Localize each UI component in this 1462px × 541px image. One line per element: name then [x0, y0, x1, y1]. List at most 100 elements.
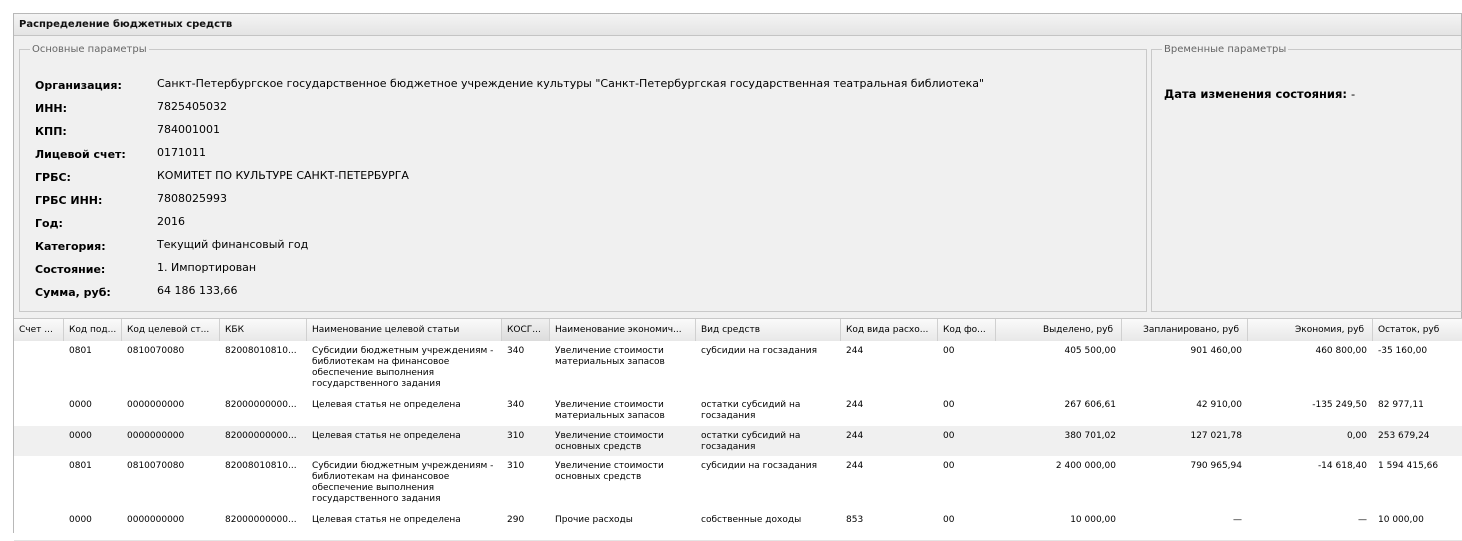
cell-cs-name: Целевая статья не определена	[312, 400, 461, 410]
cell-plan: 42 910,00	[1196, 400, 1242, 410]
table-row[interactable]: 0801 0810070080 82008010810... Субсидии бюд…	[14, 341, 1462, 396]
cell-kvr: 244	[846, 346, 864, 356]
field-label: Лицевой счет:	[35, 148, 126, 161]
field-label: КПП:	[35, 125, 67, 138]
col-header-target-name[interactable]: Наименование целевой статьи	[307, 319, 502, 341]
cell-econ-sum: 460 800,00	[1315, 346, 1367, 356]
main-params-fieldset: Основные параметры Организация: Санкт-Пет…	[19, 44, 1147, 312]
cell-rest: 1 594 415,66	[1378, 461, 1439, 471]
cell-econ: Увеличение стоимости материальных запасо…	[555, 400, 665, 421]
col-header-savings[interactable]: Экономия, руб	[1248, 319, 1373, 341]
cell-kfo: 00	[943, 461, 955, 471]
state-change-date-value: -	[1350, 87, 1356, 101]
cell-cs: 0000000000	[127, 400, 185, 410]
cell-rest: 253 679,24	[1378, 431, 1430, 441]
cell-kvr: 853	[846, 515, 864, 525]
col-header-remainder[interactable]: Остаток, руб	[1373, 319, 1462, 341]
cell-alloc: 405 500,00	[1064, 346, 1116, 356]
col-header-subsection[interactable]: Код под...	[64, 319, 122, 341]
cell-kvr: 244	[846, 431, 864, 441]
cell-pod: 0000	[69, 431, 92, 441]
field-label: ИНН:	[35, 102, 68, 115]
cell-rest: 82 977,11	[1378, 400, 1424, 410]
cell-rest: -35 160,00	[1378, 346, 1428, 356]
field-label: Год:	[35, 217, 63, 230]
col-header-kbk[interactable]: КБК	[220, 319, 307, 341]
cell-pod: 0000	[69, 400, 92, 410]
cell-vid: остатки субсидий на госзадания	[701, 431, 801, 452]
cell-kfo: 00	[943, 431, 955, 441]
cell-vid: субсидии на госзадания	[701, 461, 818, 471]
cell-cs-name: Целевая статья не определена	[312, 431, 461, 441]
field-label: Категория:	[35, 240, 106, 253]
col-header-allocated[interactable]: Выделено, руб	[996, 319, 1122, 341]
cell-econ: Увеличение стоимости материальных запасо…	[555, 346, 665, 367]
cell-pod: 0801	[69, 346, 92, 356]
field-label: ГРБС ИНН:	[35, 194, 103, 207]
col-header-funds-type[interactable]: Вид средств	[696, 319, 841, 341]
cell-cs: 0810070080	[127, 461, 185, 471]
col-header-planned[interactable]: Запланировано, руб	[1122, 319, 1248, 341]
cell-cs-name: Целевая статья не определена	[312, 515, 461, 525]
table-row[interactable]: 0000 0000000000 82000000000... Целевая стат…	[14, 426, 1462, 457]
cell-econ: Прочие расходы	[555, 515, 633, 525]
cell-plan: 127 021,78	[1190, 431, 1242, 441]
cell-cs: 0000000000	[127, 515, 185, 525]
col-header-expense-type[interactable]: Код вида расхо...	[841, 319, 938, 341]
cell-kfo: 00	[943, 400, 955, 410]
cell-alloc: 10 000,00	[1070, 515, 1116, 525]
state-change-date: Дата изменения состояния: -	[1164, 87, 1355, 101]
cell-cs-name: Субсидии бюджетным учреждениям - библиот…	[312, 461, 494, 504]
cell-econ: Увеличение стоимости основных средств	[555, 461, 664, 482]
cell-kvr: 244	[846, 400, 864, 410]
main-params-legend: Основные параметры	[32, 44, 147, 55]
temp-params-legend: Временные параметры	[1164, 44, 1287, 55]
cell-econ-sum: 0,00	[1346, 431, 1367, 441]
cell-kbk: 82008010810...	[225, 346, 297, 356]
cell-cs-name: Субсидии бюджетным учреждениям - библиот…	[312, 346, 494, 389]
cell-alloc: 267 606,61	[1064, 400, 1116, 410]
cell-kosgu: 290	[507, 515, 525, 525]
cell-kbk: 82000000000...	[225, 515, 297, 525]
budget-distribution-panel: Распределение бюджетных средств Основные…	[13, 13, 1462, 541]
cell-plan: 790 965,94	[1190, 461, 1242, 471]
cell-kosgu: 340	[507, 346, 525, 356]
cell-pod: 0000	[69, 515, 92, 525]
cell-alloc: 380 701,02	[1064, 431, 1116, 441]
cell-econ: Увеличение стоимости основных средств	[555, 431, 664, 452]
temp-params-fieldset: Временные параметры Дата изменения состо…	[1151, 44, 1462, 312]
cell-econ-sum: —	[1358, 515, 1367, 525]
cell-kbk: 82000000000...	[225, 431, 297, 441]
cell-kvr: 244	[846, 461, 864, 471]
grid-header: Счет ... Код под... Код целевой ст... КБ…	[14, 318, 1462, 342]
field-label: Сумма, руб:	[35, 286, 111, 299]
cell-alloc: 2 400 000,00	[1055, 461, 1116, 471]
cell-kbk: 82008010810...	[225, 461, 297, 471]
cell-kfo: 00	[943, 346, 955, 356]
cell-econ-sum: -14 618,40	[1317, 461, 1367, 471]
cell-econ-sum: -135 249,50	[1312, 400, 1367, 410]
col-header-target-code[interactable]: Код целевой ст...	[122, 319, 220, 341]
cell-kbk: 82000000000...	[225, 400, 297, 410]
cell-plan: 901 460,00	[1190, 346, 1242, 356]
panel-title: Распределение бюджетных средств	[14, 14, 1461, 36]
col-header-econ-name[interactable]: Наименование экономич...	[550, 319, 696, 341]
state-change-date-label: Дата изменения состояния:	[1164, 87, 1347, 101]
field-value: Текущий финансовый год	[157, 238, 309, 251]
field-value: Санкт-Петербургское государственное бюдж…	[157, 77, 985, 90]
cell-rest: 10 000,00	[1378, 515, 1424, 525]
table-row[interactable]: 0000 0000000000 82000000000... Целевая стат…	[14, 395, 1462, 427]
field-value: 1. Импортирован	[157, 261, 257, 274]
table-row[interactable]: 0801 0810070080 82008010810... Субсидии бюд…	[14, 456, 1462, 511]
col-header-kosgu[interactable]: КОСГ...	[502, 319, 550, 341]
field-value: 7808025993	[157, 192, 227, 205]
table-row[interactable]: 0000 0000000000 82000000000... Целевая стат…	[14, 510, 1462, 541]
cell-kfo: 00	[943, 515, 955, 525]
field-value: 64 186 133,66	[157, 284, 238, 297]
cell-kosgu: 310	[507, 461, 525, 471]
col-header-account[interactable]: Счет ...	[14, 319, 64, 341]
field-label: ГРБС:	[35, 171, 71, 184]
col-header-fo-code[interactable]: Код фо...	[938, 319, 996, 341]
cell-vid: остатки субсидий на госзадания	[701, 400, 801, 421]
cell-plan: —	[1233, 515, 1242, 525]
